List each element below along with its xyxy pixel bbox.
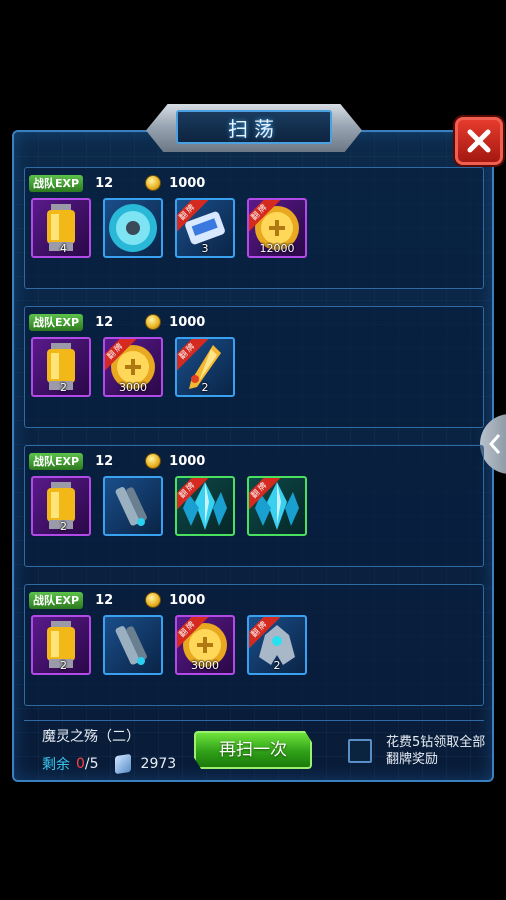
coin-value: 1000	[169, 453, 206, 469]
remaining-max: /5	[84, 756, 99, 772]
reward-item-shield-core[interactable]	[103, 198, 163, 258]
reward-item-golden-blade[interactable]: 翻牌 2	[175, 337, 235, 397]
remaining-info: 剩余 0 /5 2973	[42, 753, 177, 775]
reward-item-gold-coin[interactable]: 翻牌 3000	[175, 615, 235, 675]
row-header: 战队EXP 12 1000	[29, 452, 205, 470]
reward-item-crystal[interactable]: 翻牌	[175, 476, 235, 536]
row-header: 战队EXP 12 1000	[29, 174, 205, 192]
team-exp-label: 战队EXP	[29, 591, 84, 609]
reward-item-mech-arm[interactable]	[103, 476, 163, 536]
stage-name: 魔灵之殇（二）	[42, 729, 140, 745]
row-header: 战队EXP 12 1000	[29, 313, 205, 331]
reward-item-energy-canister[interactable]: 4	[31, 198, 91, 258]
item-count: 2	[201, 381, 209, 394]
team-exp-label: 战队EXP	[29, 313, 84, 331]
reward-item-mech-arm[interactable]	[103, 615, 163, 675]
coin-icon	[145, 175, 162, 191]
item-count: 12000	[259, 242, 295, 255]
team-exp-value: 12	[95, 453, 114, 469]
team-exp-value: 12	[95, 175, 114, 191]
coin-icon	[145, 453, 162, 469]
item-count: 2	[60, 520, 67, 533]
reward-item-energy-canister[interactable]: 2	[31, 337, 91, 397]
reward-item-energy-canister[interactable]: 2	[31, 615, 91, 675]
reward-item-data-chip[interactable]: 翻牌 3	[175, 198, 235, 258]
title-frame: 扫荡	[176, 110, 332, 144]
sweep-ticket-icon	[114, 753, 131, 775]
panel-title: 扫荡	[228, 116, 280, 141]
item-count: 3000	[119, 381, 147, 394]
item-count: 3000	[191, 659, 219, 672]
team-exp-label: 战队EXP	[29, 174, 84, 192]
team-exp-label: 战队EXP	[29, 452, 84, 470]
item-list: 4 翻牌 3 翻牌 12000	[31, 198, 307, 258]
item-count: 3	[201, 242, 209, 255]
close-icon	[467, 129, 491, 153]
remaining-label: 剩余	[42, 757, 70, 773]
coin-icon	[145, 314, 162, 330]
coin-value: 1000	[169, 175, 206, 191]
item-list: 2 翻牌 3000 翻牌 2	[31, 615, 307, 675]
item-count: 4	[60, 242, 67, 255]
item-count: 2	[60, 659, 67, 672]
reward-item-crystal[interactable]: 翻牌	[247, 476, 307, 536]
team-exp-value: 12	[95, 592, 114, 608]
footer-divider	[24, 720, 484, 721]
row-header: 战队EXP 12 1000	[29, 591, 205, 609]
close-button[interactable]	[455, 117, 503, 165]
item-count: 2	[60, 381, 67, 394]
reward-item-gold-coin[interactable]: 翻牌 3000	[103, 337, 163, 397]
item-list: 2 翻牌 翻牌	[31, 476, 307, 536]
reward-row: 战队EXP 12 1000 4 翻牌 3 翻牌 12000	[24, 167, 484, 289]
chevron-left-icon	[488, 434, 501, 454]
coin-icon	[145, 592, 162, 608]
ticket-count: 2973	[140, 756, 177, 772]
reward-item-mech-suit[interactable]: 翻牌 2	[247, 615, 307, 675]
item-count: 2	[273, 659, 281, 672]
team-exp-value: 12	[95, 314, 114, 330]
reward-item-gold-coin[interactable]: 翻牌 12000	[247, 198, 307, 258]
flip-all-checkbox[interactable]	[348, 739, 372, 763]
coin-value: 1000	[169, 314, 206, 330]
reward-row: 战队EXP 12 1000 2 翻牌 3000 翻牌 2	[24, 584, 484, 706]
reward-row: 战队EXP 12 1000 2 翻牌 翻牌	[24, 445, 484, 567]
reward-row: 战队EXP 12 1000 2 翻牌 3000 翻牌 2	[24, 306, 484, 428]
remaining-current: 0	[76, 756, 85, 772]
item-list: 2 翻牌 3000 翻牌 2	[31, 337, 235, 397]
sweep-again-button[interactable]: 再扫一次	[194, 731, 312, 769]
flip-all-label: 花费5钻领取全部翻牌奖励	[386, 735, 486, 767]
coin-value: 1000	[169, 592, 206, 608]
reward-item-energy-canister[interactable]: 2	[31, 476, 91, 536]
